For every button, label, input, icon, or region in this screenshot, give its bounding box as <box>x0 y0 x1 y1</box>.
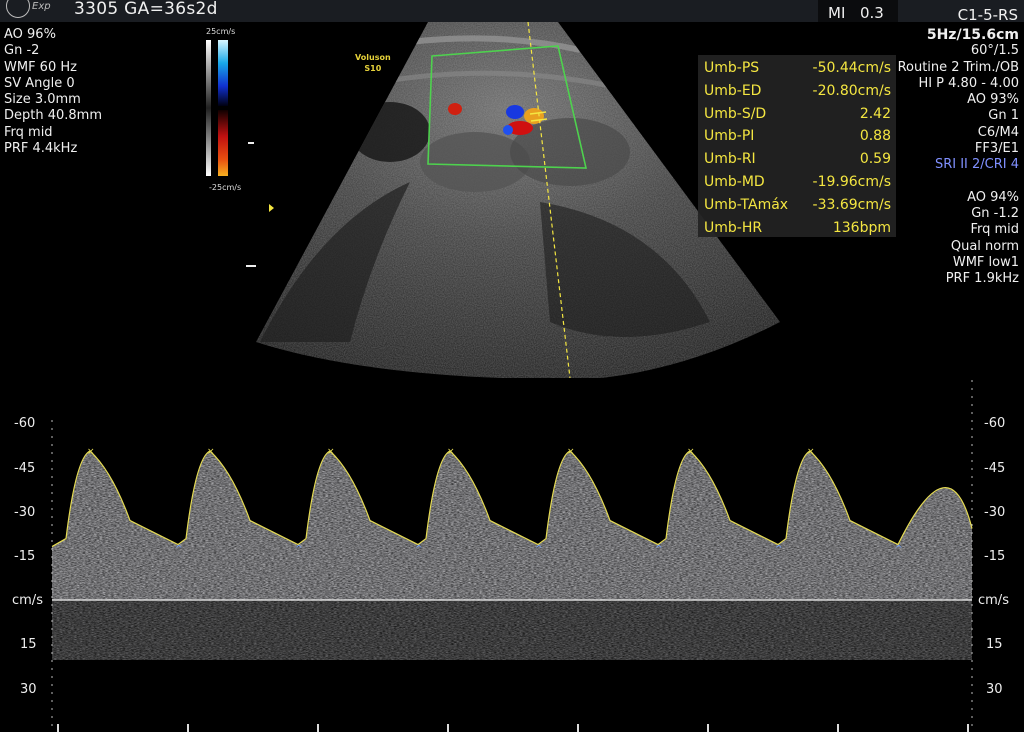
param-sv-angle: SV Angle 0 <box>4 75 75 91</box>
peak-systolic-marker: × <box>807 447 815 457</box>
param-gain-cfm: Gn -1.2 <box>971 205 1019 221</box>
exp-label: Exp <box>32 1 51 12</box>
axis-tick-left: -45 <box>14 461 36 476</box>
measurement-row: Umb-PS -50.44cm/s <box>704 57 891 80</box>
color-scale-top-label: 25cm/s <box>206 27 236 36</box>
param-quality: Qual norm <box>950 238 1019 254</box>
measurement-label: Umb-PS <box>704 60 760 76</box>
color-scale-bottom-label: -25cm/s <box>209 183 242 192</box>
param-depth: Depth 40.8mm <box>4 108 103 124</box>
param-frq: Frq mid <box>4 124 53 140</box>
axis-unit-right: cm/s <box>978 593 1009 608</box>
measurement-row: Umb-HR 136bpm <box>704 217 891 240</box>
measurement-value: 0.88 <box>859 128 891 145</box>
param-wmf: WMF 60 Hz <box>4 59 77 75</box>
doppler-params-panel: AO 96% Gn -2 WMF 60 Hz SV Angle 0 Size 3… <box>4 27 102 157</box>
axis-tick-left: 15 <box>20 637 37 652</box>
imaging-params-panel: 5Hz/15.6cm 60°/1.5 Routine 2 Trim./OB HI… <box>898 27 1019 287</box>
param-angle: 60°/1.5 <box>970 43 1019 59</box>
peak-systolic-marker: × <box>87 447 95 457</box>
param-gain-2d: Gn 1 <box>988 108 1019 124</box>
measurement-value: 136bpm <box>832 219 891 236</box>
end-diastolic-marker: ^ <box>175 545 183 555</box>
measurement-label: Umb-HR <box>704 219 763 236</box>
measurement-label: Umb-MD <box>704 174 765 190</box>
param-wmf-cfm: WMF low1 <box>952 254 1019 270</box>
measurement-label: Umb-ED <box>704 82 762 99</box>
mi-value: 0.3 <box>860 4 884 22</box>
param-prf-cfm: PRF 1.9kHz <box>945 271 1019 287</box>
measurement-label: Umb-S/D <box>704 105 767 122</box>
axis-tick-left: -30 <box>14 505 36 520</box>
param-map: C6/M4 <box>977 124 1019 140</box>
measurement-value: -50.44cm/s <box>812 60 891 76</box>
measurement-label: Umb-RI <box>704 151 756 168</box>
param-ff: FF3/E1 <box>974 141 1019 157</box>
probe-name: C1-5-RS <box>957 6 1018 24</box>
axis-unit-left: cm/s <box>12 593 43 608</box>
time-scale-ticks <box>57 724 969 732</box>
measurement-label: Umb-PI <box>704 128 755 145</box>
axis-tick-right: -15 <box>984 549 1006 564</box>
peak-systolic-marker: × <box>567 447 575 457</box>
measurement-value: -20.80cm/s <box>812 82 891 99</box>
axis-tick-right: 30 <box>986 682 1003 697</box>
measurement-row: Umb-MD -19.96cm/s <box>704 171 891 194</box>
param-frq-cfm: Frq mid <box>970 222 1019 238</box>
measurement-results-panel: Umb-PS -50.44cm/s Umb-ED -20.80cm/s Umb-… <box>698 55 896 237</box>
param-size: Size 3.0mm <box>4 92 81 108</box>
axis-tick-right: -60 <box>984 416 1006 431</box>
param-prf: PRF 4.4kHz <box>4 141 78 157</box>
axis-tick-left: -60 <box>14 416 36 431</box>
param-ao: AO 96% <box>4 27 56 42</box>
param-preset: Routine 2 Trim./OB <box>897 59 1019 75</box>
axis-tick-left: 30 <box>20 682 37 697</box>
color-velocity-scale <box>206 40 228 176</box>
param-gain: Gn -2 <box>4 43 40 59</box>
measurement-row: Umb-ED -20.80cm/s <box>704 80 891 103</box>
param-harmonics: HI P 4.80 - 4.00 <box>918 75 1019 91</box>
brand-label: Voluson S10 <box>355 52 391 74</box>
measurement-row: Umb-TAmáx -33.69cm/s <box>704 194 891 217</box>
mi-label: MI <box>828 4 846 22</box>
measurement-label: Umb-TAmáx <box>704 196 789 213</box>
measurement-value: 2.42 <box>859 105 891 122</box>
end-diastolic-marker: ^ <box>895 545 903 555</box>
measurement-value: 0.59 <box>859 151 891 168</box>
end-diastolic-marker: ^ <box>655 545 663 555</box>
param-sri: SRI II 2/CRI 4 <box>934 157 1019 173</box>
patient-info: 3305 GA=36s2d <box>74 0 218 19</box>
param-ao-cfm: AO 94% <box>967 189 1019 205</box>
axis-tick-right: -30 <box>984 505 1006 520</box>
end-diastolic-marker: ^ <box>775 545 783 555</box>
axis-tick-right: -45 <box>984 461 1006 476</box>
measurement-row: Umb-S/D 2.42 <box>704 103 891 126</box>
axis-tick-right: 15 <box>986 637 1003 652</box>
param-frame-depth: 5Hz/15.6cm <box>926 27 1019 43</box>
brand-line-1: Voluson <box>355 53 391 62</box>
measurement-value: -33.69cm/s <box>812 196 891 213</box>
axis-tick-left: -15 <box>14 549 36 564</box>
peak-systolic-marker: × <box>447 447 455 457</box>
peak-systolic-marker: × <box>327 447 335 457</box>
peak-systolic-marker: × <box>687 447 695 457</box>
measurement-row: Umb-RI 0.59 <box>704 148 891 171</box>
end-diastolic-marker: ^ <box>295 545 303 555</box>
measurement-value: -19.96cm/s <box>812 174 891 190</box>
spectral-doppler-display: × × × × × × × ^ ^ ^ ^ ^ ^ ^ <box>51 380 973 732</box>
param-ao-2d: AO 93% <box>967 92 1019 108</box>
end-diastolic-marker: ^ <box>415 545 423 555</box>
brand-line-2: S10 <box>364 64 382 73</box>
peak-systolic-marker: × <box>207 447 215 457</box>
end-diastolic-marker: ^ <box>535 545 543 555</box>
measurement-row: Umb-PI 0.88 <box>704 125 891 148</box>
